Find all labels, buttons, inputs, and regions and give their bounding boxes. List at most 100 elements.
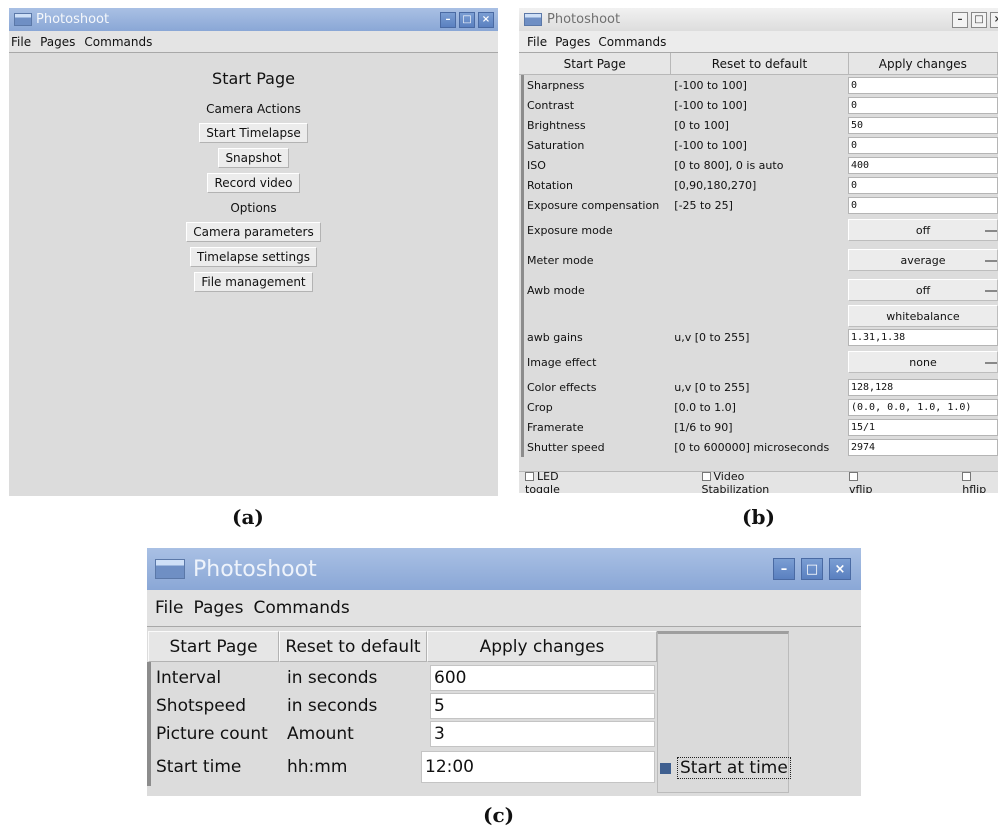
minimize-icon[interactable]: – (773, 558, 795, 580)
start-page-button[interactable]: Start Page (519, 53, 672, 74)
checkbox-icon (848, 471, 858, 481)
parameter-input[interactable]: 0 (848, 76, 998, 94)
maximize-icon[interactable]: □ (801, 558, 823, 580)
maximize-icon[interactable]: □ (971, 11, 987, 28)
minimize-icon[interactable]: – (952, 11, 968, 28)
menu-pages[interactable]: Pages (193, 598, 243, 618)
close-icon[interactable]: × (829, 558, 851, 580)
parameter-name: Exposure compensation (527, 198, 660, 212)
menu-commands[interactable]: Commands (253, 598, 349, 618)
parameter-value-cell: 0 (848, 76, 998, 94)
parameter-input[interactable]: 0 (848, 136, 998, 154)
menu-file[interactable]: File (155, 598, 183, 618)
led-toggle[interactable]: LED toggle (525, 470, 597, 493)
video-stabilization-toggle[interactable]: Video Stabilization (701, 470, 815, 493)
title-bar[interactable]: Photoshoot – □ × (147, 548, 861, 590)
parameter-name: Crop (527, 400, 553, 414)
parameter-dropdown[interactable]: off (848, 279, 998, 301)
menu-pages[interactable]: Pages (555, 35, 590, 49)
parameter-value: average (900, 253, 946, 267)
parameter-input[interactable]: 2974 (848, 438, 998, 456)
whitebalance-button[interactable]: whitebalance (848, 305, 998, 327)
parameter-row: Image effect none (524, 347, 998, 377)
interval-input[interactable]: 600 (430, 665, 655, 691)
parameter-name: awb gains (527, 330, 583, 344)
parameter-input[interactable]: 0 (848, 196, 998, 214)
parameter-value-cell: 15/1 (848, 418, 998, 436)
parameter-value-cell: 0 (848, 176, 998, 194)
picture-count-input[interactable]: 3 (430, 721, 655, 747)
menu-commands[interactable]: Commands (598, 35, 666, 49)
menu-file[interactable]: File (527, 35, 547, 49)
vflip-label: vflip (848, 482, 873, 494)
parameter-name: Contrast (527, 98, 575, 112)
parameter-dropdown[interactable]: off (848, 219, 998, 241)
picture-count-label: Picture count (156, 724, 268, 744)
close-icon[interactable]: × (478, 11, 494, 28)
parameter-value-cell: 0 (848, 136, 998, 154)
parameter-input[interactable]: 400 (848, 156, 998, 174)
caption-a: (a) (232, 505, 264, 529)
start-timelapse-button[interactable]: Start Timelapse (199, 123, 308, 143)
camera-parameters-button[interactable]: Camera parameters (186, 222, 321, 242)
hflip-toggle[interactable]: hflip (962, 470, 998, 494)
parameter-dropdown[interactable]: average (848, 249, 998, 271)
reset-to-default-button[interactable]: Reset to default (671, 53, 849, 74)
maximize-icon[interactable]: □ (459, 11, 475, 28)
parameter-row: Framerate [1/6 to 90] 15/1 (524, 417, 998, 437)
menu-commands[interactable]: Commands (84, 35, 152, 49)
title-bar[interactable]: Photoshoot – □ × (519, 8, 998, 31)
parameter-input[interactable]: (0.0, 0.0, 1.0, 1.0) (848, 398, 998, 416)
parameter-value: (0.0, 0.0, 1.0, 1.0) (851, 401, 972, 413)
parameter-name: Shutter speed (527, 440, 605, 454)
parameter-value: 0 (851, 139, 858, 151)
parameter-input[interactable]: 128,128 (848, 378, 998, 396)
apply-changes-button[interactable]: Apply changes (848, 53, 998, 74)
start-time-input[interactable]: 12:00 (421, 751, 655, 783)
start-page-button[interactable]: Start Page (148, 631, 279, 662)
parameter-dropdown[interactable]: none (848, 351, 998, 373)
menu-file[interactable]: File (11, 35, 31, 49)
window-timelapse-settings: Photoshoot – □ × File Pages Commands Sta… (147, 548, 861, 796)
parameter-value: 1.31,1.38 (851, 331, 906, 343)
vflip-toggle[interactable]: vflip (848, 470, 884, 494)
parameter-value-cell: 0 (848, 96, 998, 114)
parameter-input[interactable]: 1.31,1.38 (848, 328, 998, 346)
parameter-value-cell: average (845, 249, 998, 271)
parameter-value-cell: 2974 (848, 438, 998, 456)
parameter-row: Sharpness [-100 to 100] 0 (524, 75, 998, 95)
parameter-range: [0,90,180,270] (674, 178, 757, 192)
title-bar[interactable]: Photoshoot – □ × (9, 8, 498, 31)
reset-to-default-button[interactable]: Reset to default (279, 631, 427, 662)
timelapse-settings-button[interactable]: Timelapse settings (190, 247, 317, 267)
checkbox-icon (962, 471, 972, 481)
parameter-input[interactable]: 0 (848, 176, 998, 194)
parameter-input[interactable]: 15/1 (848, 418, 998, 436)
menu-pages[interactable]: Pages (40, 35, 75, 49)
close-icon[interactable]: × (990, 11, 998, 28)
parameter-row: Rotation [0,90,180,270] 0 (524, 175, 998, 195)
parameter-row: Saturation [-100 to 100] 0 (524, 135, 998, 155)
parameter-name: Exposure mode (527, 223, 613, 237)
parameter-input[interactable]: 0 (848, 96, 998, 114)
menu-bar: File Pages Commands (9, 31, 498, 53)
parameter-input[interactable]: 50 (848, 116, 998, 134)
window-camera-parameters: Photoshoot – □ × File Pages Commands Sta… (519, 8, 998, 493)
record-video-button[interactable]: Record video (207, 173, 300, 193)
parameter-value-cell: 128,128 (848, 378, 998, 396)
apply-changes-button[interactable]: Apply changes (427, 631, 657, 662)
window-title: Photoshoot (36, 12, 110, 27)
shotspeed-input[interactable]: 5 (430, 693, 655, 719)
parameter-range: [1/6 to 90] (674, 420, 733, 434)
parameter-name: Meter mode (527, 253, 594, 267)
hflip-label: hflip (962, 482, 987, 494)
parameter-name: Rotation (527, 178, 574, 192)
file-management-button[interactable]: File management (194, 272, 313, 292)
start-at-time-checkbox[interactable]: Start at time (660, 757, 791, 779)
minimize-icon[interactable]: – (440, 11, 456, 28)
checkbox-icon (701, 471, 711, 481)
parameter-name: Framerate (527, 420, 584, 434)
parameter-value: none (909, 355, 937, 369)
snapshot-button[interactable]: Snapshot (218, 148, 289, 168)
parameter-row: Meter mode average (524, 245, 998, 275)
